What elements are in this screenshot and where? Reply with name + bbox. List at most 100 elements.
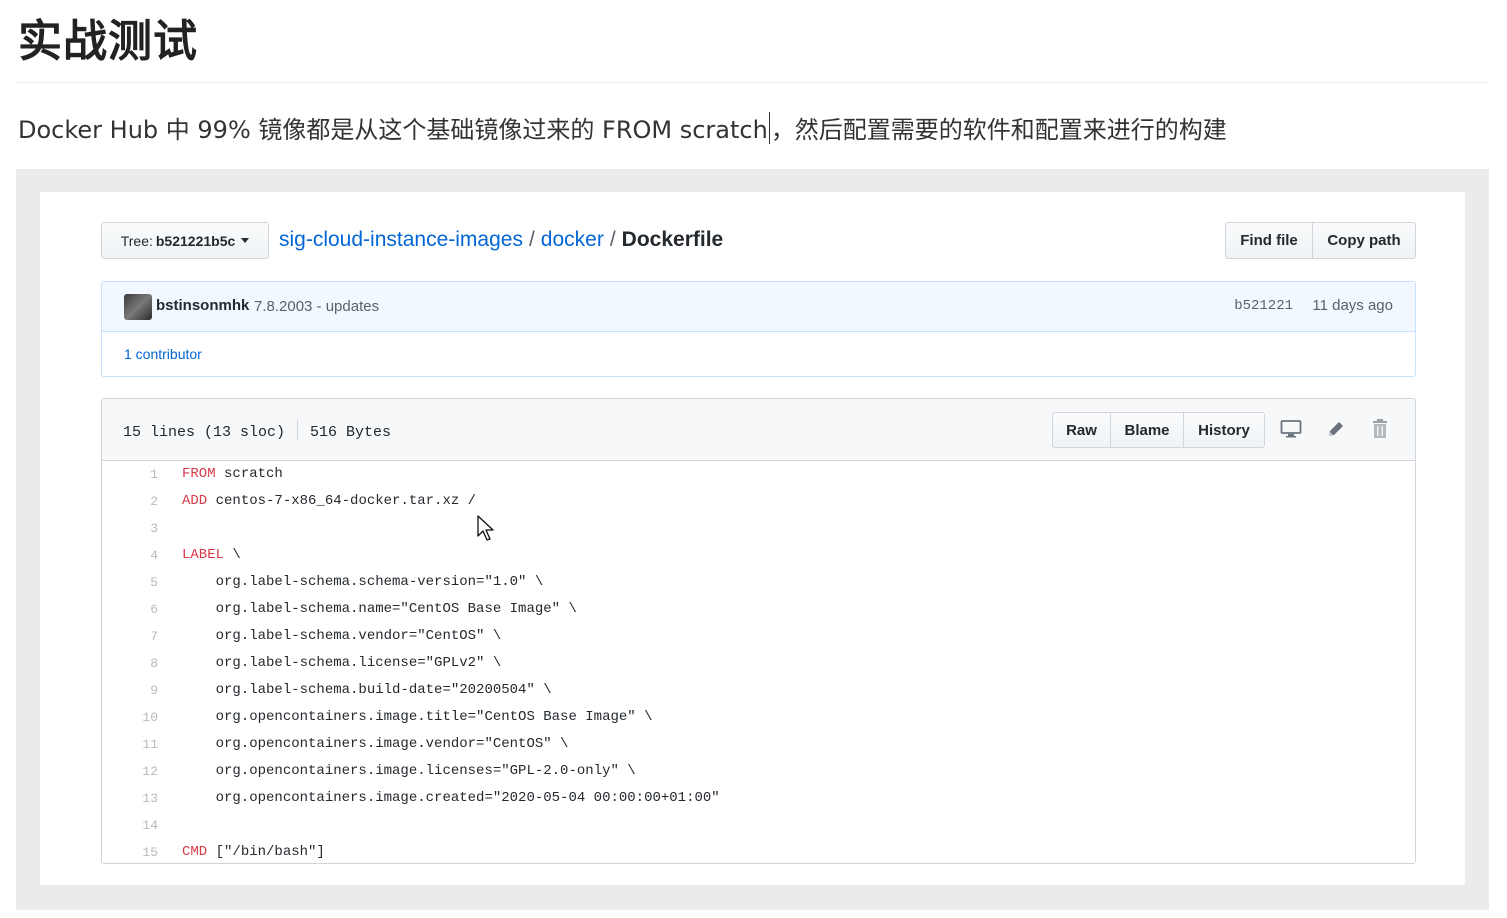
breadcrumb-repo-link[interactable]: sig-cloud-instance-images (279, 228, 523, 251)
line-number[interactable]: 10 (102, 704, 158, 731)
code-line: 11 org.opencontainers.image.vendor="Cent… (102, 731, 1415, 758)
code-text: org.opencontainers.image.created="2020-0… (182, 790, 720, 806)
code-line: 2 ADD centos-7-x86_64-docker.tar.xz / (102, 488, 1415, 515)
latest-commit-box: bstinsonmhk 7.8.2003 - updates b521221 1… (101, 281, 1416, 377)
file-line-count: 15 lines (13 sloc) (123, 424, 286, 441)
code-keyword: CMD (182, 844, 208, 860)
commit-time: 11 days ago (1312, 297, 1393, 314)
code-line: 5 org.label-schema.schema-version="1.0" … (102, 569, 1415, 596)
code-line: 8 org.label-schema.license="GPLv2" \ (102, 650, 1415, 677)
line-number[interactable]: 13 (102, 785, 158, 812)
code-keyword: ADD (182, 493, 208, 509)
chevron-down-icon (241, 238, 250, 243)
intro-text-after: ，然后配置需要的软件和配置来进行的构建 (770, 116, 1227, 144)
find-file-button[interactable]: Find file (1225, 222, 1313, 259)
line-number[interactable]: 5 (102, 569, 158, 596)
code-line: 7 org.label-schema.vendor="CentOS" \ (102, 623, 1415, 650)
code-line: 3 (102, 515, 1415, 542)
file-header: 15 lines (13 sloc) 516 Bytes Raw Blame Hi… (102, 399, 1415, 461)
line-code: FROM scratch (182, 461, 283, 488)
avatar[interactable] (124, 294, 152, 320)
breadcrumb-file: Dockerfile (621, 228, 724, 251)
line-code: org.label-schema.license="GPLv2" \ (182, 650, 502, 677)
line-code: CMD ["/bin/bash"] (182, 839, 325, 863)
code-line: 1 FROM scratch (102, 461, 1415, 488)
code-line: 14 (102, 812, 1415, 839)
file-size: 516 Bytes (310, 424, 392, 441)
line-code: org.label-schema.name="CentOS Base Image… (182, 596, 577, 623)
trash-icon[interactable] (1365, 414, 1395, 444)
code-keyword: FROM (182, 466, 216, 482)
commit-sha-link[interactable]: b521221 (1234, 298, 1293, 314)
file-viewer: 15 lines (13 sloc) 516 Bytes Raw Blame Hi… (101, 398, 1416, 864)
blame-button[interactable]: Blame (1110, 412, 1184, 448)
line-code: org.opencontainers.image.licenses="GPL-2… (182, 758, 636, 785)
code-line: 9 org.label-schema.build-date="20200504"… (102, 677, 1415, 704)
line-code: org.opencontainers.image.title="CentOS B… (182, 704, 653, 731)
heading-divider (16, 82, 1488, 83)
code-line: 10 org.opencontainers.image.title="CentO… (102, 704, 1415, 731)
line-number[interactable]: 11 (102, 731, 158, 758)
line-code: org.label-schema.schema-version="1.0" \ (182, 569, 544, 596)
pencil-icon[interactable] (1321, 414, 1351, 444)
intro-text-before: Docker Hub 中 99% 镜像都是从这个基础镜像过来的 FROM scr… (18, 116, 768, 144)
branch-select-button[interactable]: Tree: b521221b5c (101, 222, 269, 259)
line-code: ADD centos-7-x86_64-docker.tar.xz / (182, 488, 476, 515)
line-code: LABEL \ (182, 542, 241, 569)
code-table: 1 FROM scratch 2 ADD centos-7-x86_64-docker… (102, 461, 1415, 863)
code-text: org.label-schema.build-date="20200504" \ (182, 682, 552, 698)
mouse-pointer-icon (477, 515, 494, 541)
line-number[interactable]: 1 (102, 461, 158, 488)
code-text: org.opencontainers.image.vendor="CentOS"… (182, 736, 569, 752)
text-cursor (768, 112, 770, 144)
breadcrumb-separator: / (528, 228, 535, 251)
line-number[interactable]: 14 (102, 812, 158, 839)
code-line: 15 CMD ["/bin/bash"] (102, 839, 1415, 863)
code-text: ["/bin/bash"] (207, 844, 325, 860)
file-actions-group: Raw Blame History (1052, 412, 1265, 448)
code-text: org.label-schema.license="GPLv2" \ (182, 655, 502, 671)
line-number[interactable]: 6 (102, 596, 158, 623)
line-number[interactable]: 9 (102, 677, 158, 704)
intro-paragraph: Docker Hub 中 99% 镜像都是从这个基础镜像过来的 FROM scr… (18, 112, 1227, 147)
code-text: org.label-schema.vendor="CentOS" \ (182, 628, 502, 644)
code-line: 13 org.opencontainers.image.created="202… (102, 785, 1415, 812)
line-code: org.opencontainers.image.created="2020-0… (182, 785, 720, 812)
line-number[interactable]: 12 (102, 758, 158, 785)
line-code: org.label-schema.vendor="CentOS" \ (182, 623, 502, 650)
commit-message[interactable]: 7.8.2003 - updates (254, 298, 379, 315)
code-text: org.opencontainers.image.licenses="GPL-2… (182, 763, 636, 779)
tree-label: Tree: (120, 232, 153, 249)
file-info-divider (297, 420, 299, 440)
code-text: centos-7-x86_64-docker.tar.xz / (207, 493, 477, 509)
commit-header: bstinsonmhk 7.8.2003 - updates b521221 1… (102, 282, 1415, 332)
code-text: org.label-schema.schema-version="1.0" \ (182, 574, 544, 590)
file-info: 15 lines (13 sloc) 516 Bytes (123, 420, 391, 441)
breadcrumb: sig-cloud-instance-images / docker / Dockerf… (279, 226, 723, 254)
copy-path-button[interactable]: Copy path (1312, 222, 1416, 259)
code-text: \ (224, 547, 241, 563)
breadcrumb-folder-link[interactable]: docker (541, 228, 604, 251)
line-number[interactable]: 3 (102, 515, 158, 542)
line-code: org.opencontainers.image.vendor="CentOS"… (182, 731, 569, 758)
line-number[interactable]: 7 (102, 623, 158, 650)
line-number[interactable]: 2 (102, 488, 158, 515)
line-number[interactable]: 8 (102, 650, 158, 677)
code-line: 12 org.opencontainers.image.licenses="GP… (102, 758, 1415, 785)
line-number[interactable]: 15 (102, 839, 158, 863)
code-text: org.opencontainers.image.title="CentOS B… (182, 709, 653, 725)
file-nav-button-group: Find file Copy path (1225, 222, 1416, 259)
breadcrumb-separator: / (609, 228, 616, 251)
code-text: scratch (215, 466, 283, 482)
code-line: 6 org.label-schema.name="CentOS Base Ima… (102, 596, 1415, 623)
code-line: 4 LABEL \ (102, 542, 1415, 569)
history-button[interactable]: History (1183, 412, 1265, 448)
contributors-link[interactable]: 1 contributor (124, 346, 202, 362)
commit-author-link[interactable]: bstinsonmhk (156, 297, 249, 314)
raw-button[interactable]: Raw (1052, 412, 1111, 448)
line-number[interactable]: 4 (102, 542, 158, 569)
page-title: 实战测试 (18, 16, 198, 67)
line-code: org.label-schema.build-date="20200504" \ (182, 677, 552, 704)
code-text: org.label-schema.name="CentOS Base Image… (182, 601, 577, 617)
desktop-icon[interactable] (1276, 414, 1306, 444)
